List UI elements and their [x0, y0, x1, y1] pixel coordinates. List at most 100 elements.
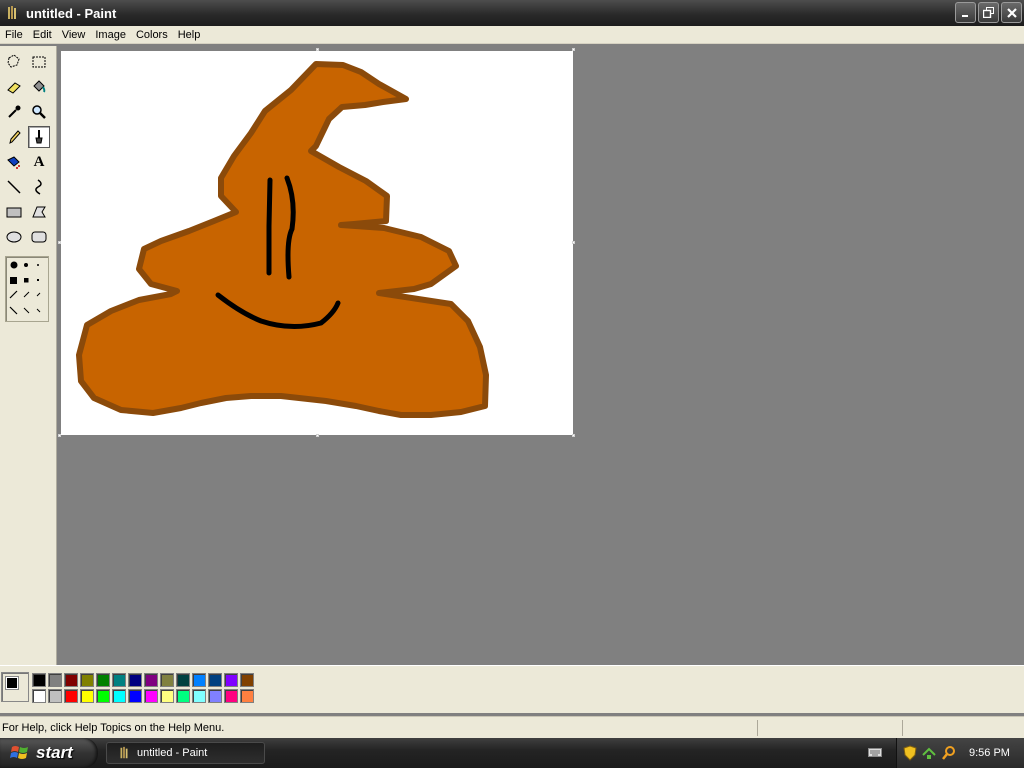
palette-swatch[interactable]	[176, 673, 190, 687]
palette-swatch[interactable]	[224, 673, 238, 687]
pencil-icon	[9, 130, 21, 144]
restore-button[interactable]	[978, 2, 999, 23]
palette-swatch[interactable]	[112, 689, 126, 703]
menu-file[interactable]: File	[0, 26, 28, 44]
brush-shape-square-large[interactable]	[10, 277, 17, 284]
windows-logo-icon	[10, 746, 28, 759]
palette-swatch[interactable]	[240, 689, 254, 703]
tool-magnifier[interactable]	[28, 101, 50, 123]
tool-pick-color[interactable]	[3, 101, 25, 123]
resize-handle-top-mid[interactable]	[316, 48, 319, 51]
brush-shape-round-small[interactable]	[37, 264, 39, 266]
tool-pencil[interactable]	[3, 126, 25, 148]
resize-handle-bottom-mid[interactable]	[316, 434, 319, 437]
current-colors[interactable]	[1, 672, 29, 702]
eraser-icon	[7, 82, 21, 94]
brush-shape-round-large[interactable]	[10, 261, 18, 269]
brush-shape-square-small[interactable]	[37, 279, 39, 281]
palette-swatch[interactable]	[80, 689, 94, 703]
palette-swatch[interactable]	[32, 673, 46, 687]
ellipse-icon	[6, 231, 22, 243]
search-icon[interactable]	[941, 745, 957, 761]
minimize-button[interactable]	[955, 2, 976, 23]
menu-bar: File Edit View Image Colors Help	[0, 26, 1024, 44]
restore-icon	[983, 7, 994, 18]
fill-bucket-icon	[33, 80, 46, 93]
palette-swatch[interactable]	[144, 673, 158, 687]
palette-swatch[interactable]	[160, 673, 174, 687]
tool-rectangle[interactable]	[3, 201, 25, 223]
security-shield-icon[interactable]	[903, 745, 917, 761]
brush-shape-backslash-small[interactable]	[36, 308, 41, 313]
brush-shape-options	[5, 256, 49, 322]
keyboard-icon[interactable]	[868, 746, 882, 758]
palette-swatch[interactable]	[48, 689, 62, 703]
palette-swatch[interactable]	[176, 689, 190, 703]
tool-fill[interactable]	[28, 76, 50, 98]
palette-swatch[interactable]	[128, 673, 142, 687]
clock[interactable]: 9:56 PM	[969, 747, 1010, 759]
menu-view[interactable]: View	[57, 26, 91, 44]
brush-shape-slash-medium[interactable]	[23, 291, 30, 298]
menu-edit[interactable]: Edit	[28, 26, 57, 44]
menu-colors[interactable]: Colors	[131, 26, 173, 44]
palette-swatch[interactable]	[160, 689, 174, 703]
tool-curve[interactable]	[28, 176, 50, 198]
palette-swatch[interactable]	[224, 689, 238, 703]
palette-swatch[interactable]	[96, 673, 110, 687]
palette-swatch[interactable]	[208, 673, 222, 687]
palette-swatch[interactable]	[64, 689, 78, 703]
network-icon[interactable]	[921, 745, 937, 761]
menu-help[interactable]: Help	[173, 26, 206, 44]
palette-swatch[interactable]	[32, 689, 46, 703]
brush-shape-backslash-medium[interactable]	[23, 307, 30, 314]
drawing-canvas[interactable]	[61, 51, 573, 435]
tool-select[interactable]	[28, 51, 50, 73]
tool-airbrush[interactable]	[3, 151, 25, 173]
palette-swatch[interactable]	[144, 689, 158, 703]
palette-swatch[interactable]	[208, 689, 222, 703]
brush-shape-round-medium[interactable]	[24, 263, 28, 267]
text-icon: A	[33, 153, 45, 170]
brush-shape-backslash-large[interactable]	[9, 306, 18, 315]
foreground-color	[5, 676, 19, 690]
tool-eraser[interactable]	[3, 76, 25, 98]
menu-image[interactable]: Image	[90, 26, 131, 44]
resize-handle-mid-right[interactable]	[572, 241, 575, 244]
palette-swatch[interactable]	[192, 689, 206, 703]
polygon-icon	[32, 206, 46, 218]
palette-swatch[interactable]	[128, 689, 142, 703]
brush-shape-square-medium[interactable]	[24, 278, 29, 283]
palette-swatch[interactable]	[48, 673, 62, 687]
taskbar-item-paint[interactable]: untitled - Paint	[106, 742, 265, 764]
tool-brush[interactable]	[28, 126, 50, 148]
palette-swatch[interactable]	[64, 673, 78, 687]
start-button[interactable]: start	[0, 738, 98, 768]
brush-shape-slash-large[interactable]	[9, 290, 18, 299]
palette-swatch[interactable]	[192, 673, 206, 687]
resize-handle-bottom-right[interactable]	[572, 434, 575, 437]
tool-polygon[interactable]	[28, 201, 50, 223]
tool-line[interactable]	[3, 176, 25, 198]
title-bar[interactable]: untitled - Paint	[0, 0, 1024, 26]
taskbar-item-label: untitled - Paint	[137, 747, 208, 759]
status-position-panel	[757, 719, 902, 736]
palette-swatch[interactable]	[96, 689, 110, 703]
resize-handle-top-right[interactable]	[572, 48, 575, 51]
palette-swatch[interactable]	[112, 673, 126, 687]
tool-text[interactable]: A	[28, 151, 50, 173]
brush-icon	[35, 130, 43, 144]
palette-swatch[interactable]	[80, 673, 94, 687]
workspace	[58, 46, 1024, 665]
palette-swatch[interactable]	[240, 673, 254, 687]
resize-handle-bottom-left[interactable]	[58, 434, 61, 437]
drawing-left-eye	[266, 177, 273, 276]
close-button[interactable]	[1001, 2, 1022, 23]
tool-free-form-select[interactable]	[3, 51, 25, 73]
pick-color-icon	[8, 105, 21, 118]
tool-rounded-rectangle[interactable]	[28, 226, 50, 248]
brush-shape-slash-small[interactable]	[36, 292, 41, 297]
resize-handle-mid-left[interactable]	[58, 241, 61, 244]
tool-ellipse[interactable]	[3, 226, 25, 248]
status-help-text: For Help, click Help Topics on the Help …	[2, 721, 225, 734]
